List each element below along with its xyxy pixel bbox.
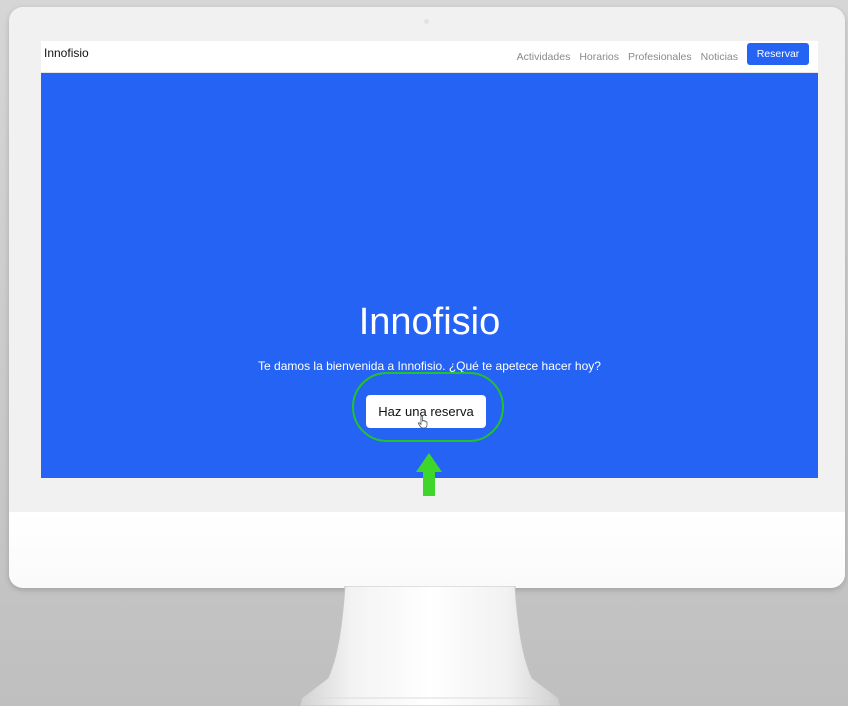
monitor-stand [300, 586, 560, 706]
nav-link-actividades[interactable]: Actividades [517, 51, 571, 63]
make-reservation-button[interactable]: Haz una reserva [366, 395, 486, 428]
hero-title: Innofisio [358, 301, 501, 343]
navbar: Innofisio Actividades Horarios Profesion… [41, 41, 818, 73]
nav-link-horarios[interactable]: Horarios [579, 51, 619, 63]
monitor-chin [9, 512, 845, 588]
reservar-button[interactable]: Reservar [747, 43, 809, 65]
nav-link-profesionales[interactable]: Profesionales [628, 51, 692, 63]
nav-link-noticias[interactable]: Noticias [701, 51, 738, 63]
camera-dot [424, 19, 429, 24]
brand-logo[interactable]: Innofisio [44, 46, 89, 60]
screen: Innofisio Actividades Horarios Profesion… [41, 41, 818, 478]
nav-links: Actividades Horarios Profesionales Notic… [508, 41, 738, 72]
monitor: Innofisio Actividades Horarios Profesion… [9, 7, 845, 588]
hero-subtitle: Te damos la bienvenida a Innofisio. ¿Qué… [258, 359, 601, 373]
